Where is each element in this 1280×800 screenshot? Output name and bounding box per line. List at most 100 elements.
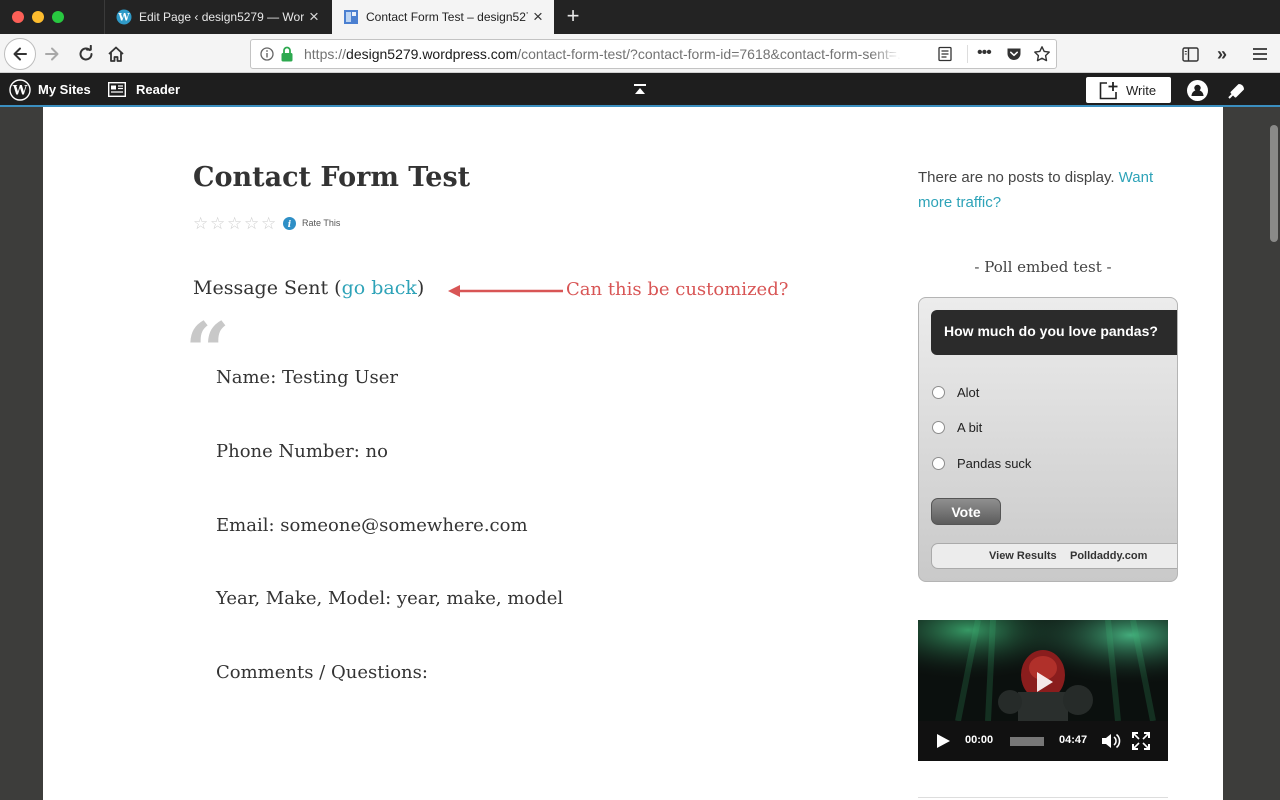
fullscreen-icon[interactable] — [1132, 732, 1150, 750]
tab-close-icon[interactable]: × — [528, 8, 548, 25]
write-label: Write — [1126, 82, 1157, 98]
radio-button[interactable] — [932, 421, 945, 434]
window-minimize-button[interactable] — [32, 11, 44, 23]
star-icon[interactable]: ☆ — [193, 215, 210, 232]
video-player[interactable]: 00:00 04:47 — [918, 620, 1168, 761]
url-path: /contact-form-test/?contact-form-id=7618… — [517, 46, 901, 62]
address-bar[interactable]: https://design5279.wordpress.com/contact… — [250, 39, 1057, 69]
window-zoom-button[interactable] — [52, 11, 64, 23]
arrow-right-icon — [45, 47, 59, 61]
vote-button[interactable]: Vote — [931, 498, 1001, 525]
poll-option-label: Pandas suck — [957, 456, 1032, 471]
info-icon[interactable] — [260, 47, 274, 61]
no-posts-notice: There are no posts to display. Want more… — [918, 165, 1158, 215]
big-play-icon[interactable] — [1028, 667, 1058, 697]
overflow-menu-button[interactable]: » — [1212, 42, 1232, 66]
bookmark-star-icon[interactable] — [1033, 45, 1051, 63]
poll-widget: How much do you love pandas? Alot A bit … — [918, 297, 1178, 582]
profile-avatar-icon[interactable] — [1187, 80, 1208, 101]
form-field-comments: Comments / Questions: — [216, 662, 428, 683]
arrow-left-icon — [13, 47, 27, 61]
sidebar-toggle-button[interactable] — [1180, 44, 1200, 64]
star-rating[interactable]: ☆ ☆ ☆ ☆ ☆ — [193, 215, 278, 232]
star-icon[interactable]: ☆ — [210, 215, 227, 232]
url-scheme: https:// — [304, 46, 347, 62]
tab-title: Edit Page ‹ design5279 — WordPress.com — [139, 10, 304, 24]
message-suffix: ) — [416, 277, 425, 299]
notifications-bell-icon[interactable] — [1226, 80, 1247, 101]
reader-link[interactable]: Reader — [136, 82, 180, 97]
home-button[interactable] — [104, 42, 128, 66]
video-controls: 00:00 04:47 — [918, 721, 1168, 761]
page-content: Contact Form Test ☆ ☆ ☆ ☆ ☆ i Rate This … — [43, 107, 1223, 800]
form-field-phone: Phone Number: no — [216, 441, 388, 462]
radio-button[interactable] — [932, 457, 945, 470]
lock-icon[interactable] — [281, 46, 293, 62]
sidebar-icon — [1181, 46, 1199, 62]
svg-text:i: i — [288, 220, 292, 230]
video-progress-bar[interactable] — [1010, 737, 1044, 746]
current-time: 00:00 — [965, 734, 994, 746]
go-back-link[interactable]: go back — [342, 277, 417, 299]
poll-question: How much do you love pandas? — [931, 310, 1177, 355]
page-title: Contact Form Test — [193, 162, 471, 193]
svg-text:W: W — [12, 84, 28, 99]
tab-contact-form-test[interactable]: Contact Form Test – design5279 × — [332, 0, 554, 34]
home-icon — [108, 46, 124, 62]
pocket-icon[interactable] — [1006, 46, 1022, 62]
scrollbar-thumb[interactable] — [1270, 125, 1278, 242]
poll-widget-title: - Poll embed test - — [974, 258, 1112, 276]
poll-option[interactable]: A bit — [932, 420, 982, 435]
svg-text:W: W — [117, 13, 130, 24]
star-icon[interactable]: ☆ — [244, 215, 261, 232]
sidebar-divider — [918, 797, 1168, 798]
wordpress-admin-bar: W My Sites Reader Write — [0, 73, 1280, 107]
tab-title: Contact Form Test – design5279 — [366, 10, 528, 24]
poll-footer: View Results Polldaddy.com — [931, 543, 1177, 569]
collapse-bar-icon[interactable] — [632, 82, 648, 98]
forward-button[interactable] — [40, 42, 64, 66]
tab-edit-page[interactable]: W Edit Page ‹ design5279 — WordPress.com… — [104, 0, 330, 34]
poll-option-label: A bit — [957, 420, 983, 435]
form-field-vehicle: Year, Make, Model: year, make, model — [216, 588, 564, 609]
page-actions-icon[interactable]: ••• — [977, 44, 997, 62]
browser-nav-bar: https://design5279.wordpress.com/contact… — [0, 34, 1280, 73]
write-button[interactable]: Write — [1086, 77, 1171, 103]
double-chevron-right-icon: » — [1216, 43, 1227, 64]
reader-icon[interactable] — [108, 82, 126, 97]
hamburger-icon — [1253, 48, 1267, 60]
window-close-button[interactable] — [12, 11, 24, 23]
wordpress-logo-icon[interactable]: W — [9, 79, 31, 101]
wordpress-favicon-icon: W — [116, 9, 132, 25]
address-bar-divider — [967, 45, 968, 63]
poll-option[interactable]: Pandas suck — [932, 456, 1031, 471]
radio-button[interactable] — [932, 386, 945, 399]
star-icon[interactable]: ☆ — [227, 215, 244, 232]
rating-info-icon[interactable]: i — [283, 217, 296, 230]
new-tab-icon[interactable]: + — [562, 5, 584, 27]
browser-tab-bar: W Edit Page ‹ design5279 — WordPress.com… — [0, 0, 1280, 34]
annotation-text: Can this be customized? — [566, 279, 789, 300]
reload-icon — [79, 45, 93, 61]
no-posts-text: There are no posts to display. — [918, 169, 1115, 186]
reload-button[interactable] — [74, 42, 98, 66]
form-field-email: Email: someone@somewhere.com — [216, 515, 528, 536]
hamburger-menu-button[interactable] — [1250, 44, 1270, 64]
message-prefix: Message Sent ( — [193, 277, 342, 299]
url-fade — [871, 43, 901, 65]
reader-view-icon[interactable] — [937, 46, 953, 62]
message-sent-line: Message Sent (go back) — [193, 277, 424, 299]
poll-option-label: Alot — [957, 385, 980, 400]
my-sites-link[interactable]: My Sites — [38, 82, 91, 97]
tab-close-icon[interactable]: × — [304, 8, 324, 25]
play-icon[interactable] — [935, 733, 951, 749]
site-favicon-icon — [344, 10, 358, 24]
view-results-link[interactable]: View Results — [989, 550, 1057, 562]
back-button[interactable] — [4, 38, 36, 70]
url-text[interactable]: https://design5279.wordpress.com/contact… — [304, 46, 901, 62]
volume-icon[interactable] — [1101, 732, 1121, 750]
poll-option[interactable]: Alot — [932, 385, 979, 400]
polldaddy-link[interactable]: Polldaddy.com — [1070, 550, 1147, 562]
star-icon[interactable]: ☆ — [261, 215, 278, 232]
url-domain: design5279.wordpress.com — [346, 46, 518, 62]
